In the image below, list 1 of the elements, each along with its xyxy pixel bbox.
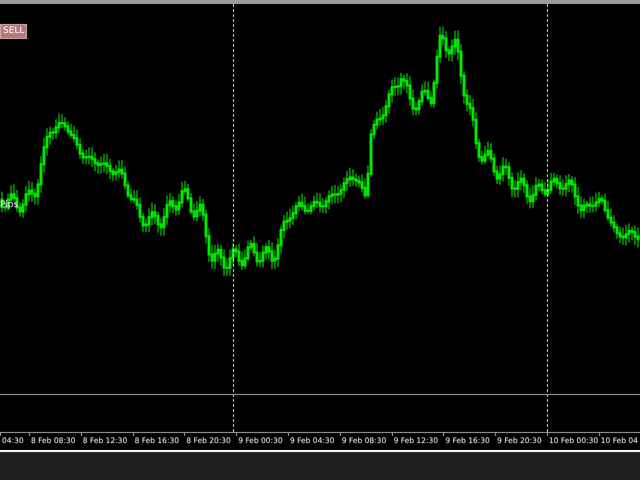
sell-button[interactable]: SELL xyxy=(0,24,28,39)
